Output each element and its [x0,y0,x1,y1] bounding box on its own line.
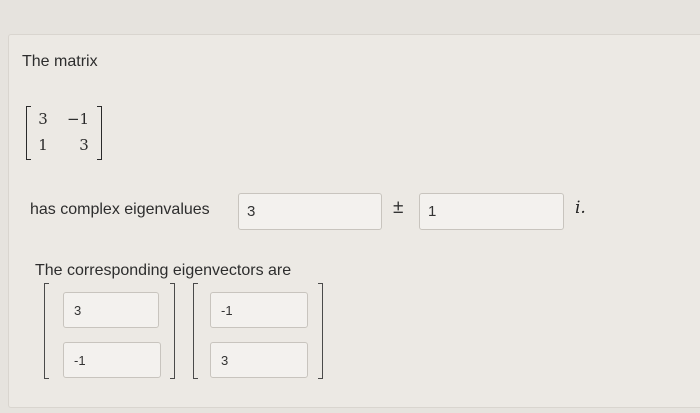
eigenvalue-real-part-input[interactable]: 3 [238,193,382,230]
eigenvector-1-right-bracket [170,283,175,379]
imaginary-unit: i. [575,198,586,218]
eigenvectors-label: The corresponding eigenvectors are [35,262,292,279]
eigenvector-1-entry-2-value: -1 [74,352,86,368]
eigenvector-1-entry-2-input[interactable]: -1 [63,342,161,378]
matrix-cell: 3 [79,136,89,154]
eigenvector-2-left-bracket [193,283,198,379]
question-title: The matrix [22,53,98,70]
eigenvector-2-entry-1-value: -1 [221,302,233,318]
matrix-cell: 1 [38,136,48,154]
matrix-cell: −1 [66,110,90,128]
eigenvector-1-entry-1-input[interactable]: 3 [63,292,159,328]
matrix-right-bracket [97,106,102,160]
eigenvalue-imaginary-part-input[interactable]: 1 [419,193,564,230]
matrix-cell: 3 [38,110,48,128]
eigenvector-2-right-bracket [318,283,323,379]
eigenvector-1-entry-1-value: 3 [74,302,82,318]
eigenvalues-label: has complex eigenvalues [30,201,210,218]
eigenvector-2-entry-2-value: 3 [221,352,229,368]
eigenvalue-imaginary-part-value: 1 [428,203,437,220]
eigenvector-2-entry-2-input[interactable]: 3 [210,342,308,378]
plus-minus-sign: ± [393,197,404,218]
eigenvalue-real-part-value: 3 [247,203,256,220]
eigenvector-2-entry-1-input[interactable]: -1 [210,292,308,328]
eigenvector-1-left-bracket [44,283,49,379]
given-matrix: 3 −1 1 3 [26,106,102,160]
